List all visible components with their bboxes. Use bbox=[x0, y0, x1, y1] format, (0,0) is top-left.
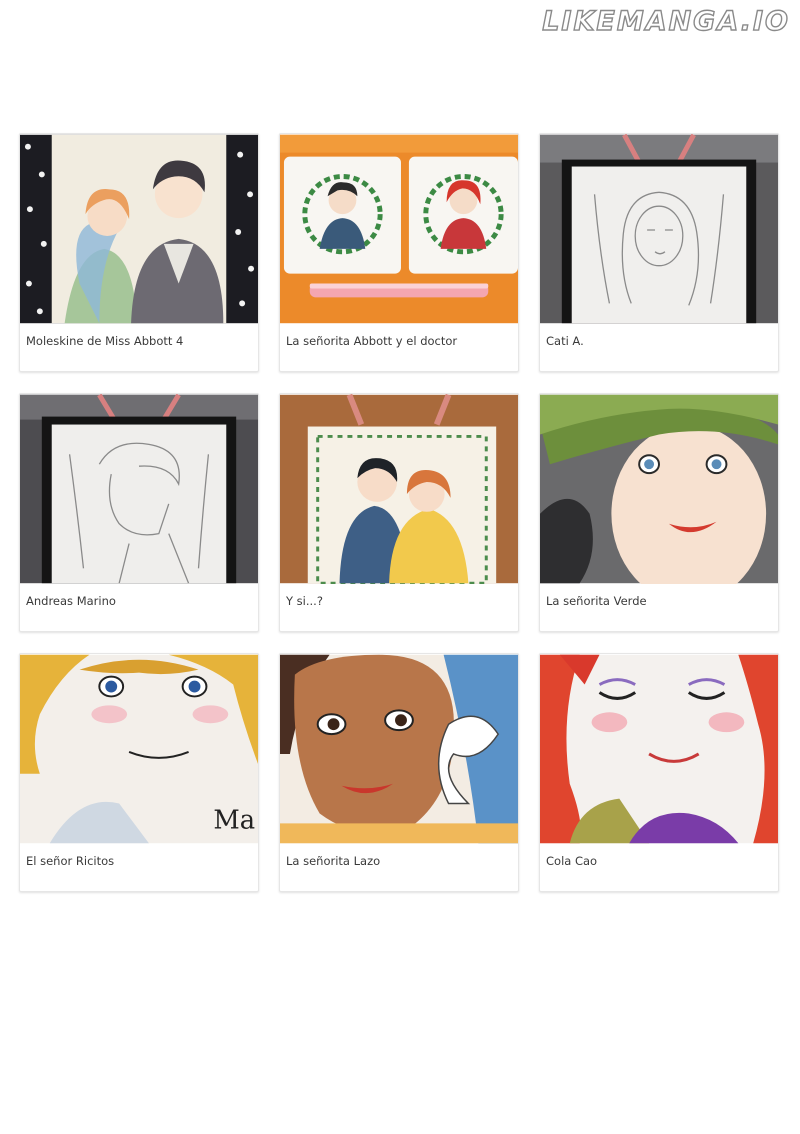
gallery-grid: Moleskine de Miss Abbott 4 La señorita A… bbox=[19, 133, 779, 892]
card-title: La señorita Abbott y el doctor bbox=[286, 334, 458, 348]
card-title: El señor Ricitos bbox=[26, 854, 115, 868]
gallery-card[interactable]: Moleskine de Miss Abbott 4 bbox=[19, 133, 259, 372]
gallery-card[interactable]: Andreas Marino bbox=[19, 393, 259, 632]
framed-portraits-icon bbox=[280, 134, 518, 324]
gallery-card[interactable]: Cati A. bbox=[539, 133, 779, 372]
curly-hair-man-icon: Ma bbox=[20, 654, 258, 844]
watercolor-couple-icon bbox=[20, 134, 258, 324]
pencil-girl-portrait-icon bbox=[540, 134, 778, 324]
gallery-card[interactable]: La señorita Abbott y el doctor bbox=[279, 133, 519, 372]
gallery-card[interactable]: Cola Cao bbox=[539, 653, 779, 892]
pencil-man-profile-icon bbox=[20, 394, 258, 584]
bow-woman-icon bbox=[280, 654, 518, 844]
svg-text:Ma: Ma bbox=[213, 805, 255, 835]
card-title: Cola Cao bbox=[546, 854, 598, 868]
green-hat-woman-icon bbox=[540, 394, 778, 584]
gallery-card[interactable]: La señorita Lazo bbox=[279, 653, 519, 892]
couple-floral-frame-icon bbox=[280, 394, 518, 584]
gallery-card[interactable]: Y si...? bbox=[279, 393, 519, 632]
red-hair-girl-icon bbox=[540, 654, 778, 844]
card-title: Y si...? bbox=[286, 594, 323, 608]
gallery-card[interactable]: Ma El señor Ricitos bbox=[19, 653, 259, 892]
card-title: Cati A. bbox=[546, 334, 584, 348]
site-watermark: LIKEMANGA.IO bbox=[542, 5, 790, 37]
card-title: Moleskine de Miss Abbott 4 bbox=[26, 334, 184, 348]
card-title: La señorita Lazo bbox=[286, 854, 381, 868]
card-title: La señorita Verde bbox=[546, 594, 647, 608]
card-title: Andreas Marino bbox=[26, 594, 116, 608]
gallery-card[interactable]: La señorita Verde bbox=[539, 393, 779, 632]
